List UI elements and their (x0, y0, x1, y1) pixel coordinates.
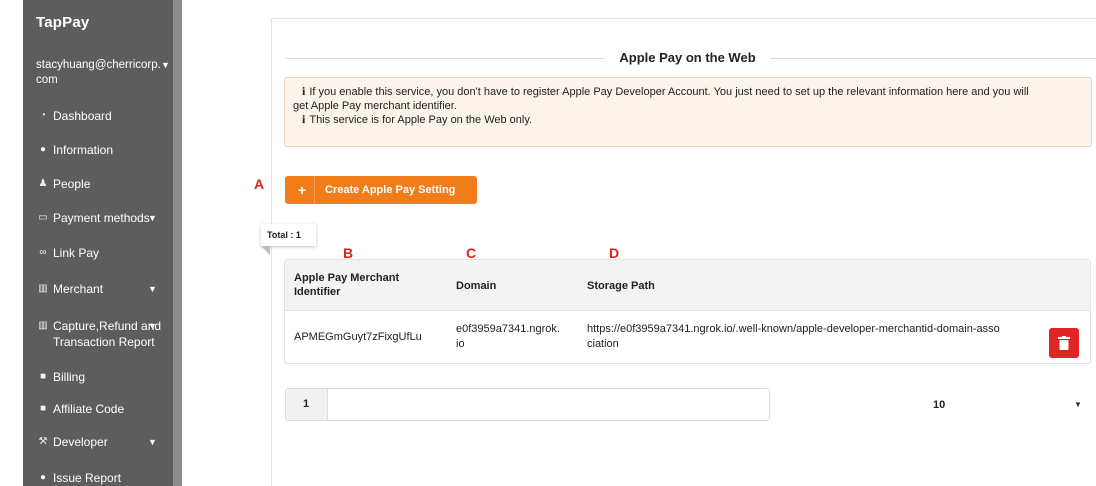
section-divider (770, 58, 1096, 59)
button-label: Create Apple Pay Setting (325, 184, 456, 196)
header-domain: Domain (456, 280, 497, 292)
cell-line: e0f3959a7341.ngrok. (456, 323, 560, 335)
sidebar-item-label: Dashboard (53, 109, 112, 123)
caret-down-icon: ▼ (161, 60, 170, 70)
pagination: 1 (285, 388, 770, 421)
sidebar-scrollbar[interactable] (173, 0, 182, 486)
marker-a: A (254, 176, 265, 192)
credit-card-icon: ▭ (38, 212, 48, 223)
table-header: Apple Pay Merchant Identifier Domain Sto… (285, 260, 1090, 311)
delete-button[interactable] (1049, 328, 1079, 358)
header-line: Apple Pay Merchant (294, 272, 400, 284)
section-divider (285, 58, 605, 59)
people-icon: ♟ (38, 178, 48, 189)
per-page-value: 10 (933, 399, 946, 411)
info-icon: i (302, 84, 306, 98)
sidebar-item-label-line2: Transaction Report (53, 335, 155, 349)
info-text: If you enable this service, you don't ha… (309, 86, 1029, 98)
dashboard-icon: ◔ (39, 110, 47, 121)
info-line-2: get Apple Pay merchant identifier. (293, 99, 457, 112)
info-notice: i If you enable this service, you don't h… (284, 77, 1092, 147)
cell-storage-path: https://e0f3959a7341.ngrok.io/.well-know… (587, 322, 1000, 352)
user-email-line2: com (36, 74, 58, 86)
header-line: Identifier (294, 286, 341, 298)
sidebar-item-label: Payment methods (53, 211, 150, 225)
caret-down-icon: ▼ (148, 213, 157, 223)
sidebar-item-label: People (53, 177, 91, 191)
per-page-select[interactable]: 10 ▼ (930, 390, 1091, 420)
caret-down-icon: ▼ (148, 321, 157, 331)
sidebar-item-label: Capture,Refund and (53, 319, 162, 333)
info-icon: ● (39, 144, 47, 155)
page-number-button[interactable]: 1 (286, 389, 328, 420)
sidebar-item-label: Billing (53, 370, 86, 384)
user-menu[interactable]: stacyhuang@cherricorp. com ▼ (36, 58, 171, 88)
cell-domain: e0f3959a7341.ngrok. io (456, 322, 560, 352)
tag-fold (261, 246, 270, 255)
sidebar: TapPay stacyhuang@cherricorp. com ▼ ◔ Da… (23, 0, 173, 486)
total-count-tag: Total : 1 (261, 224, 316, 246)
cell-line: io (456, 338, 465, 350)
plus-icon: + (297, 182, 307, 198)
info-text: This service is for Apple Pay on the Web… (309, 114, 533, 126)
brand-logo[interactable]: TapPay (36, 14, 89, 31)
button-separator (314, 176, 315, 204)
sidebar-item-label: Developer (53, 435, 108, 449)
section-title: Apple Pay on the Web (619, 50, 756, 65)
building-icon: ▥ (38, 320, 48, 331)
panel-border (271, 18, 272, 486)
sidebar-item-label: Issue Report (53, 471, 122, 485)
building-icon: ▥ (38, 283, 48, 294)
question-icon: ● (39, 472, 47, 483)
header-merchant-identifier: Apple Pay Merchant Identifier (294, 271, 444, 299)
info-line-3: i This service is for Apple Pay on the We… (290, 112, 1079, 128)
create-apple-pay-setting-button[interactable]: + Create Apple Pay Setting (285, 176, 477, 204)
sidebar-item-label: Merchant (53, 282, 104, 296)
info-icon: i (302, 112, 306, 126)
panel-border-top (271, 18, 1096, 19)
user-email-line1: stacyhuang@cherricorp. (36, 59, 161, 71)
apple-pay-settings-table: Apple Pay Merchant Identifier Domain Sto… (284, 259, 1091, 364)
trash-icon (1058, 336, 1070, 350)
caret-down-icon: ▼ (148, 437, 157, 447)
header-storage-path: Storage Path (587, 280, 655, 292)
info-line-1: i If you enable this service, you don't h… (290, 84, 1079, 100)
caret-down-icon: ▼ (1074, 400, 1082, 409)
wrench-icon: ⚒ (38, 436, 48, 447)
cell-merchant-identifier: APMEGmGuyt7zFixgUfLu (294, 331, 422, 343)
sidebar-item-label: Link Pay (53, 246, 100, 260)
link-icon: ∞ (39, 247, 47, 258)
sidebar-item-label: Information (53, 143, 114, 157)
cell-line: https://e0f3959a7341.ngrok.io/.well-know… (587, 323, 1000, 335)
cell-line: ciation (587, 338, 619, 350)
billing-icon: ■ (39, 371, 47, 382)
caret-down-icon: ▼ (148, 284, 157, 294)
code-icon: ■ (39, 403, 47, 414)
sidebar-item-label: Affiliate Code (53, 402, 125, 416)
